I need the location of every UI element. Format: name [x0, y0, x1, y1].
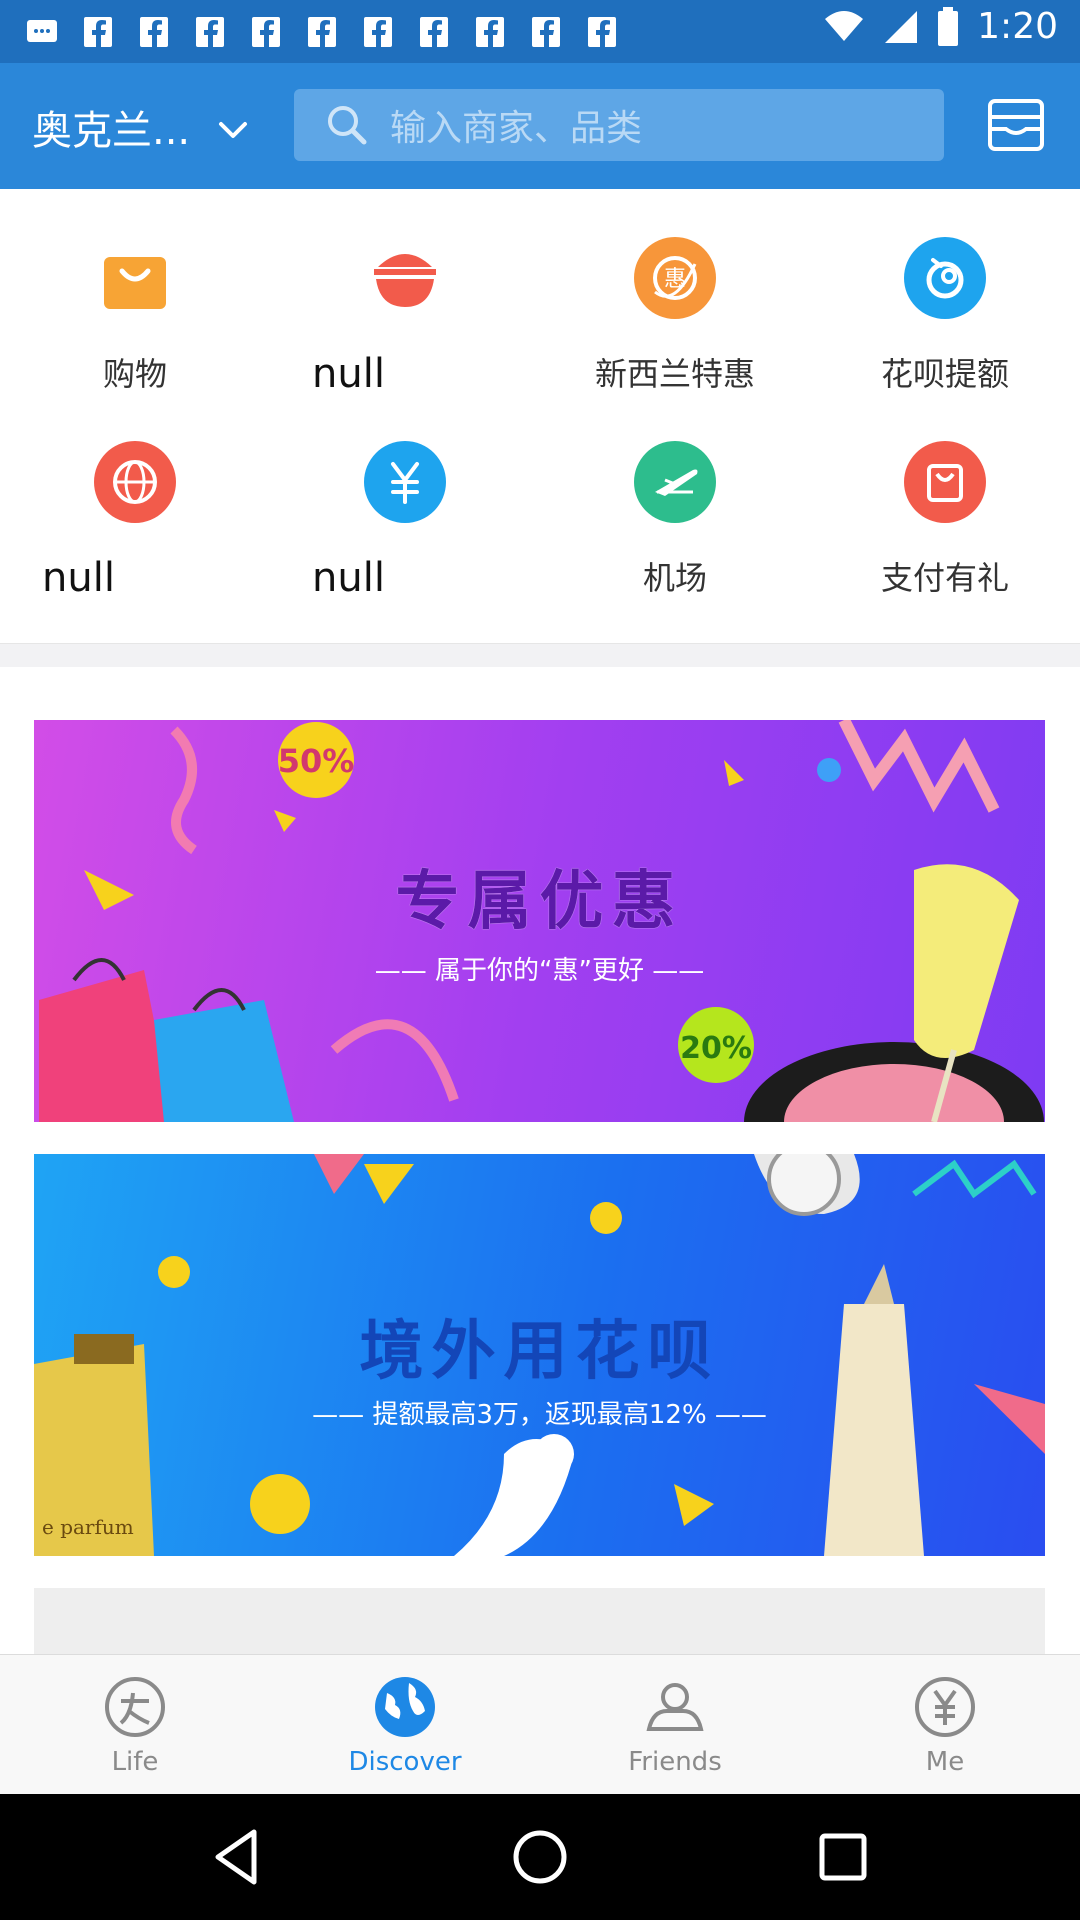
tab-label: Discover	[348, 1747, 462, 1777]
recents-icon[interactable]	[810, 1824, 876, 1890]
system-status: 1:20	[823, 6, 1058, 47]
wifi-icon	[825, 10, 864, 41]
food-bowl-icon	[364, 237, 446, 319]
search-icon	[328, 106, 367, 145]
grid-item-label: 新西兰特惠	[594, 355, 755, 393]
svg-text:惠: 惠	[664, 267, 686, 292]
friends-icon	[646, 1683, 704, 1731]
badge-20: 20%	[680, 1031, 752, 1066]
banner-huabei-abroad[interactable]: e parfum 境外用花呗 —— 提额最高3万，返现最高12% ——	[34, 1154, 1045, 1556]
grid-item-food[interactable]: null	[270, 189, 540, 397]
search-input[interactable]: 输入商家、品类	[294, 89, 944, 161]
yuan-icon	[364, 441, 446, 523]
grid-item-label: 机场	[642, 559, 707, 597]
gift-icon	[904, 441, 986, 523]
grid-item-globe[interactable]: null	[0, 393, 270, 601]
battery-icon	[938, 6, 959, 46]
facebook-icon	[252, 17, 280, 47]
grid-item-huabei-limit[interactable]: 花呗提额	[810, 189, 1080, 393]
grid-item-label: 花呗提额	[880, 355, 1009, 393]
grid-item-pay-gift[interactable]: 支付有礼	[810, 393, 1080, 597]
banner-title: 专属优惠	[395, 865, 684, 939]
yuan-circle-icon	[915, 1677, 975, 1737]
app-header: 奥克兰... 输入商家、品类	[0, 63, 1080, 189]
tab-friends[interactable]: Friends	[540, 1655, 810, 1795]
tab-me[interactable]: Me	[810, 1655, 1080, 1795]
tab-discover[interactable]: Discover	[270, 1655, 540, 1795]
city-label: 奥克兰...	[32, 108, 191, 154]
card-scan-icon[interactable]	[986, 97, 1046, 153]
badge-50: 50%	[278, 742, 355, 780]
notification-icons	[24, 14, 620, 50]
perfume-text: e parfum	[42, 1515, 134, 1539]
signal-icon	[885, 10, 918, 43]
life-icon	[105, 1677, 165, 1737]
grid-item-airport[interactable]: 机场	[540, 393, 810, 597]
globe-icon	[94, 441, 176, 523]
banner-subtitle: —— 属于你的“惠”更好 ——	[374, 956, 705, 986]
facebook-icon	[84, 17, 112, 47]
facebook-icon	[532, 17, 560, 47]
grid-item-label: 支付有礼	[880, 559, 1009, 597]
tab-label: Life	[111, 1747, 159, 1777]
clock: 1:20	[977, 6, 1058, 47]
back-icon[interactable]	[204, 1824, 270, 1890]
grid-item-label: 购物	[102, 355, 167, 393]
section-divider	[0, 643, 1080, 667]
airplane-icon	[634, 441, 716, 523]
loading-card	[34, 1588, 1045, 1654]
grid-item-shopping[interactable]: 购物	[0, 189, 270, 393]
huabei-icon	[904, 237, 986, 319]
facebook-icon	[588, 17, 616, 47]
chevron-down-icon[interactable]	[214, 111, 252, 149]
facebook-icon	[476, 17, 504, 47]
discount-icon: 惠	[634, 237, 716, 319]
facebook-icon	[364, 17, 392, 47]
banner-subtitle: —— 提额最高3万，返现最高12% ——	[312, 1400, 767, 1430]
tab-label: Friends	[628, 1747, 722, 1777]
bottom-tab-bar: Life Discover Friends Me	[0, 1654, 1080, 1794]
discover-globe-icon	[375, 1677, 435, 1737]
message-icon	[27, 20, 57, 42]
facebook-icon	[140, 17, 168, 47]
tab-life[interactable]: Life	[0, 1655, 270, 1795]
facebook-icon	[308, 17, 336, 47]
system-nav-bar	[0, 1794, 1080, 1920]
banner-title: 境外用花呗	[359, 1315, 720, 1389]
search-placeholder: 输入商家、品类	[390, 108, 643, 149]
tab-label: Me	[925, 1747, 965, 1777]
banner-exclusive-offer[interactable]: 50% 20% 专属优惠 —— 属于你的“惠”更好 ——	[34, 720, 1045, 1122]
facebook-icon	[420, 17, 448, 47]
grid-item-nz-deals[interactable]: 惠 新西兰特惠	[540, 189, 810, 393]
status-bar: 1:20	[0, 0, 1080, 63]
city-selector[interactable]: 奥克兰...	[32, 99, 190, 155]
home-icon[interactable]	[507, 1824, 573, 1890]
facebook-icon	[196, 17, 224, 47]
service-grid: 购物 null 惠 新西兰特惠 花呗提额 null null 机场 支付有礼	[0, 189, 1080, 643]
shopping-bag-icon	[94, 237, 176, 319]
grid-item-yuan[interactable]: null	[270, 393, 540, 601]
